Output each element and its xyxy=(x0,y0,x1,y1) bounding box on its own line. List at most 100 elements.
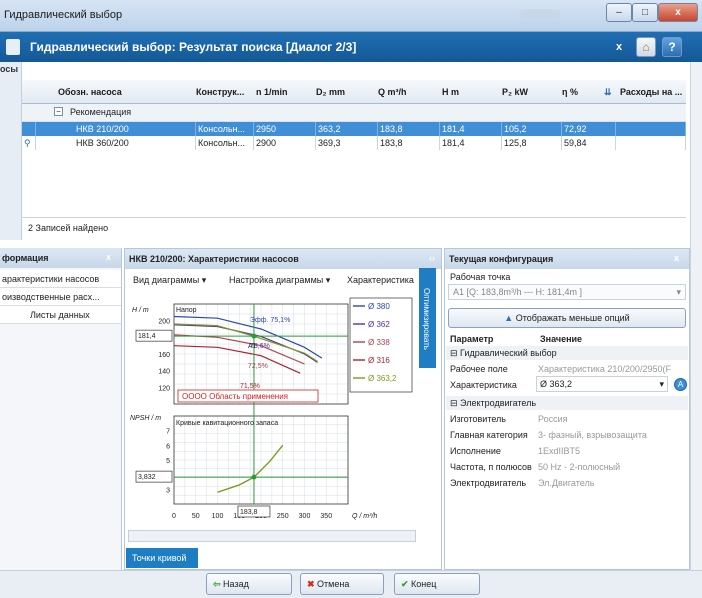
cell-costs xyxy=(616,122,686,136)
characteristic-select[interactable]: Ø 363,2 ▾ xyxy=(536,376,668,392)
records-count: 2 Записей найдено xyxy=(28,223,109,233)
frequency-label: Частота, п полюсов xyxy=(450,462,532,472)
characteristic-menu[interactable]: Характеристика xyxy=(347,273,414,287)
dialog-close-icon[interactable]: x xyxy=(616,41,622,53)
cell-pump-name: НКВ 210/200 xyxy=(36,122,196,136)
col-power[interactable]: P₂ kW xyxy=(502,80,552,104)
maximize-button[interactable]: □ xyxy=(632,3,658,22)
head-chart-title: Напор xyxy=(176,307,197,314)
efficiency-label: 71,5% xyxy=(240,383,260,390)
vertical-scrollbar[interactable] xyxy=(690,62,702,570)
info-panel-header: формация x xyxy=(0,248,121,268)
back-arrow-icon: ⇦ xyxy=(213,579,224,589)
head-axis-label: H / m xyxy=(132,307,149,314)
diagram-view-menu[interactable]: Вид диаграммы ▾ xyxy=(133,273,206,287)
col-head[interactable]: H m xyxy=(442,80,492,104)
table-row[interactable]: НКВ 210/200 Консольн... 2950 363,2 183,8… xyxy=(22,122,686,136)
application-area-label: OOOO Область применения xyxy=(182,392,288,401)
y-tick-label: 5 xyxy=(166,458,170,465)
manufacturer-label: Изготовитель xyxy=(450,414,506,424)
legend-label: Ø 363,2 xyxy=(368,374,397,383)
work-field-value: Характеристика 210/200/2950(F xyxy=(538,364,671,374)
motor-value: Эл.Двигатель xyxy=(538,478,595,488)
dialog-header: Гидравлический выбор: Результат поиска [… xyxy=(0,32,702,62)
finish-button[interactable]: ✔ Конец xyxy=(394,573,480,595)
efficiency-label: 73,6% xyxy=(250,343,270,350)
table-row[interactable]: ⚲ НКВ 360/200 Консольн... 2900 369,3 183… xyxy=(22,136,686,150)
col-speed[interactable]: n 1/min xyxy=(256,80,306,104)
column-value: Значение xyxy=(540,334,583,344)
checkmark-icon: ✔ xyxy=(401,579,412,589)
titlebar-blurred-text xyxy=(520,9,560,19)
nav-datasheets[interactable]: Листы данных xyxy=(0,306,121,324)
column-parameter: Параметр xyxy=(450,334,494,344)
section-hydraulic[interactable]: ⊟ Гидравлический выбор xyxy=(446,346,688,360)
x-tick-label: 50 xyxy=(192,513,200,520)
cancel-button[interactable]: ✖ Отмена xyxy=(300,573,384,595)
legend-label: Ø 338 xyxy=(368,338,390,347)
y-tick-label: 200 xyxy=(158,319,170,326)
chart-panel-title: НКВ 210/200: Характеристики насосов xyxy=(129,254,299,264)
pump-chart[interactable]: H / m Напор NPSH / m Кривые кавитационного … xyxy=(130,296,414,528)
close-window-button[interactable]: x xyxy=(658,3,698,22)
working-point-label: Рабочая точка xyxy=(450,272,511,282)
info-panel: формация x арактеристики насосов оизводс… xyxy=(0,248,122,570)
cell-power: 105,2 xyxy=(502,122,562,136)
cell-efficiency: 59,84 xyxy=(562,136,616,150)
info-panel-close-icon[interactable]: x xyxy=(106,252,111,262)
cell-head: 181,4 xyxy=(440,136,502,150)
results-empty-area xyxy=(22,150,686,218)
diagram-settings-menu[interactable]: Настройка диаграммы ▾ xyxy=(229,273,330,287)
home-button[interactable]: ⌂ xyxy=(636,37,656,57)
row-indicator xyxy=(22,122,36,136)
cell-diameter: 369,3 xyxy=(316,136,378,150)
working-point-select[interactable]: A1 [Q: 183,8m³/h --- H: 181,4m ] ▾ xyxy=(448,284,686,300)
col-pump-name[interactable]: Обозн. насоса xyxy=(58,80,188,104)
col-efficiency[interactable]: η % xyxy=(562,80,602,104)
nav-operating-costs[interactable]: оизводственные расх... xyxy=(0,288,121,306)
legend-label: Ø 380 xyxy=(368,302,390,311)
flow-value-label: 183,8 xyxy=(240,509,258,516)
execution-value: 1ExdIIBT5 xyxy=(538,446,581,456)
collapse-icon[interactable]: − xyxy=(54,107,63,116)
curve-points-tab[interactable]: Точки кривой xyxy=(126,548,198,568)
cell-head: 181,4 xyxy=(440,122,502,136)
a-badge-icon[interactable]: A xyxy=(674,378,687,391)
info-panel-title: формация xyxy=(2,253,49,263)
collapse-arrows-icon[interactable]: ‹› xyxy=(429,253,435,263)
less-options-button[interactable]: ▲ Отображать меньше опций xyxy=(448,308,686,328)
section-motor[interactable]: ⊟ Электродвигатель xyxy=(446,396,688,410)
col-construction[interactable]: Конструк... xyxy=(196,80,254,104)
cell-pump-name: НКВ 360/200 xyxy=(36,136,196,150)
col-diameter[interactable]: D₂ mm xyxy=(316,80,368,104)
optimize-label: Оптимизировать xyxy=(422,288,431,350)
dialog-title: Гидравлический выбор: Результат поиска [… xyxy=(30,40,357,54)
npsh-grid xyxy=(173,415,349,505)
col-costs[interactable]: Расходы на ... xyxy=(620,80,684,104)
npsh-point-marker xyxy=(251,474,257,480)
optimize-side-button[interactable]: Оптимизировать xyxy=(419,268,436,368)
main-category-label: Главная категория xyxy=(450,430,528,440)
config-panel-close-icon[interactable]: x xyxy=(674,253,679,263)
y-tick-label: 3 xyxy=(166,487,170,494)
legend-label: Ø 362 xyxy=(368,320,390,329)
npsh-value-label: 3,832 xyxy=(138,474,156,481)
cancel-x-icon: ✖ xyxy=(307,579,318,589)
cell-flow: 183,8 xyxy=(378,122,440,136)
cell-construction: Консольн... xyxy=(196,136,254,150)
back-button[interactable]: ⇦ Назад xyxy=(206,573,292,595)
results-table-header: Обозн. насоса Конструк... n 1/min D₂ mm … xyxy=(22,80,686,104)
nav-pump-characteristics[interactable]: арактеристики насосов xyxy=(0,270,121,288)
col-flow[interactable]: Q m³/h xyxy=(378,80,432,104)
cell-speed: 2900 xyxy=(254,136,316,150)
chart-panel-header: НКВ 210/200: Характеристики насосов ‹› xyxy=(125,249,441,269)
help-button[interactable]: ? xyxy=(662,37,682,57)
y-tick-label: 7 xyxy=(166,429,170,436)
chart-horizontal-scrollbar[interactable] xyxy=(128,530,416,542)
minimize-button[interactable]: – xyxy=(606,3,632,22)
sort-icon[interactable]: ⇊ xyxy=(604,80,618,104)
group-row[interactable]: − Рекомендация xyxy=(22,104,686,122)
operating-point-marker xyxy=(251,333,257,339)
document-icon xyxy=(6,39,20,55)
x-tick-label: 100 xyxy=(212,513,224,520)
